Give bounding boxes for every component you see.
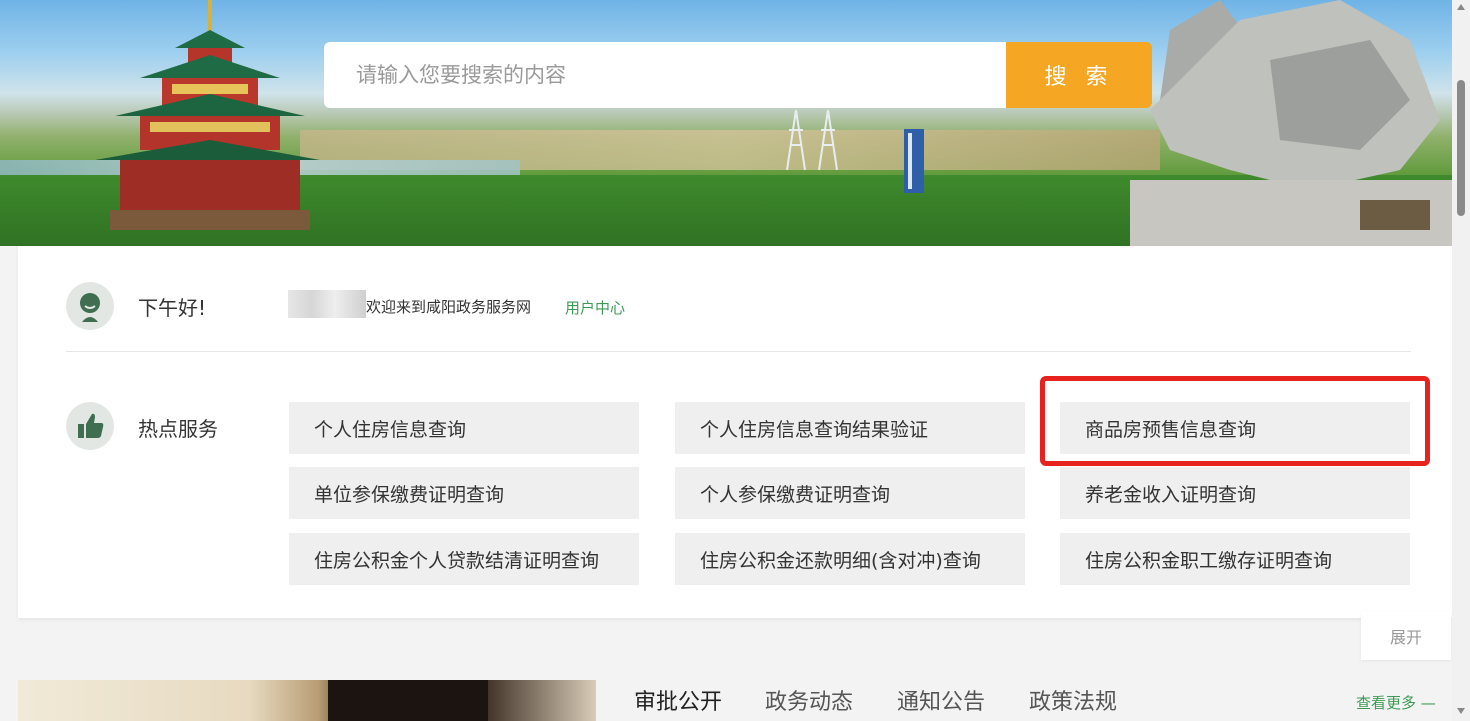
service-item[interactable]: 个人参保缴费证明查询 bbox=[675, 467, 1025, 519]
led-sign bbox=[328, 680, 488, 721]
highlight-annotation bbox=[1040, 376, 1430, 466]
banner-image bbox=[0, 0, 1452, 246]
scroll-down-arrow-icon[interactable] bbox=[1457, 708, 1465, 714]
divider bbox=[66, 351, 1411, 352]
greeting-text: 下午好! bbox=[138, 296, 207, 320]
search-box bbox=[324, 42, 1006, 108]
tab-notices[interactable]: 通知公告 bbox=[897, 684, 985, 716]
service-item[interactable]: 个人住房信息查询 bbox=[289, 402, 639, 454]
scroll-up-arrow-icon[interactable] bbox=[1457, 4, 1465, 10]
hot-services-title: 热点服务 bbox=[138, 417, 218, 441]
tab-approval-public[interactable]: 审批公开 bbox=[634, 684, 722, 716]
statue-icon bbox=[1130, 0, 1452, 246]
search-input[interactable] bbox=[354, 62, 1006, 88]
service-item[interactable]: 住房公积金还款明细(含对冲)查询 bbox=[675, 533, 1025, 585]
user-center-link[interactable]: 用户中心 bbox=[565, 297, 625, 318]
hot-services-icon-wrap bbox=[66, 402, 114, 450]
service-item[interactable]: 住房公积金个人贷款结清证明查询 bbox=[289, 533, 639, 585]
tab-policies[interactable]: 政策法规 bbox=[1029, 684, 1117, 716]
tab-government-news[interactable]: 政务动态 bbox=[765, 684, 853, 716]
user-avatar-icon bbox=[80, 293, 100, 322]
service-item[interactable]: 养老金收入证明查询 bbox=[1060, 467, 1410, 519]
pylon-icon bbox=[818, 110, 838, 170]
avatar bbox=[66, 282, 114, 330]
pagoda-icon bbox=[95, 0, 320, 230]
thumbs-up-icon bbox=[78, 413, 104, 438]
service-item[interactable]: 住房公积金职工缴存证明查询 bbox=[1060, 533, 1410, 585]
service-item[interactable]: 单位参保缴费证明查询 bbox=[289, 467, 639, 519]
service-item[interactable]: 个人住房信息查询结果验证 bbox=[675, 402, 1025, 454]
welcome-text: 欢迎来到咸阳政务服务网 bbox=[366, 298, 532, 316]
pylon-icon bbox=[786, 110, 806, 170]
service-hall-photo bbox=[18, 680, 596, 721]
monument-icon bbox=[904, 129, 924, 193]
blurred-username bbox=[288, 290, 366, 318]
scrollbar[interactable] bbox=[1452, 0, 1470, 721]
view-more-link[interactable]: 查看更多 — bbox=[1356, 692, 1436, 713]
search-button[interactable]: 搜 索 bbox=[1006, 42, 1152, 108]
scrollbar-thumb[interactable] bbox=[1457, 80, 1465, 216]
expand-button[interactable]: 展开 bbox=[1361, 612, 1451, 660]
